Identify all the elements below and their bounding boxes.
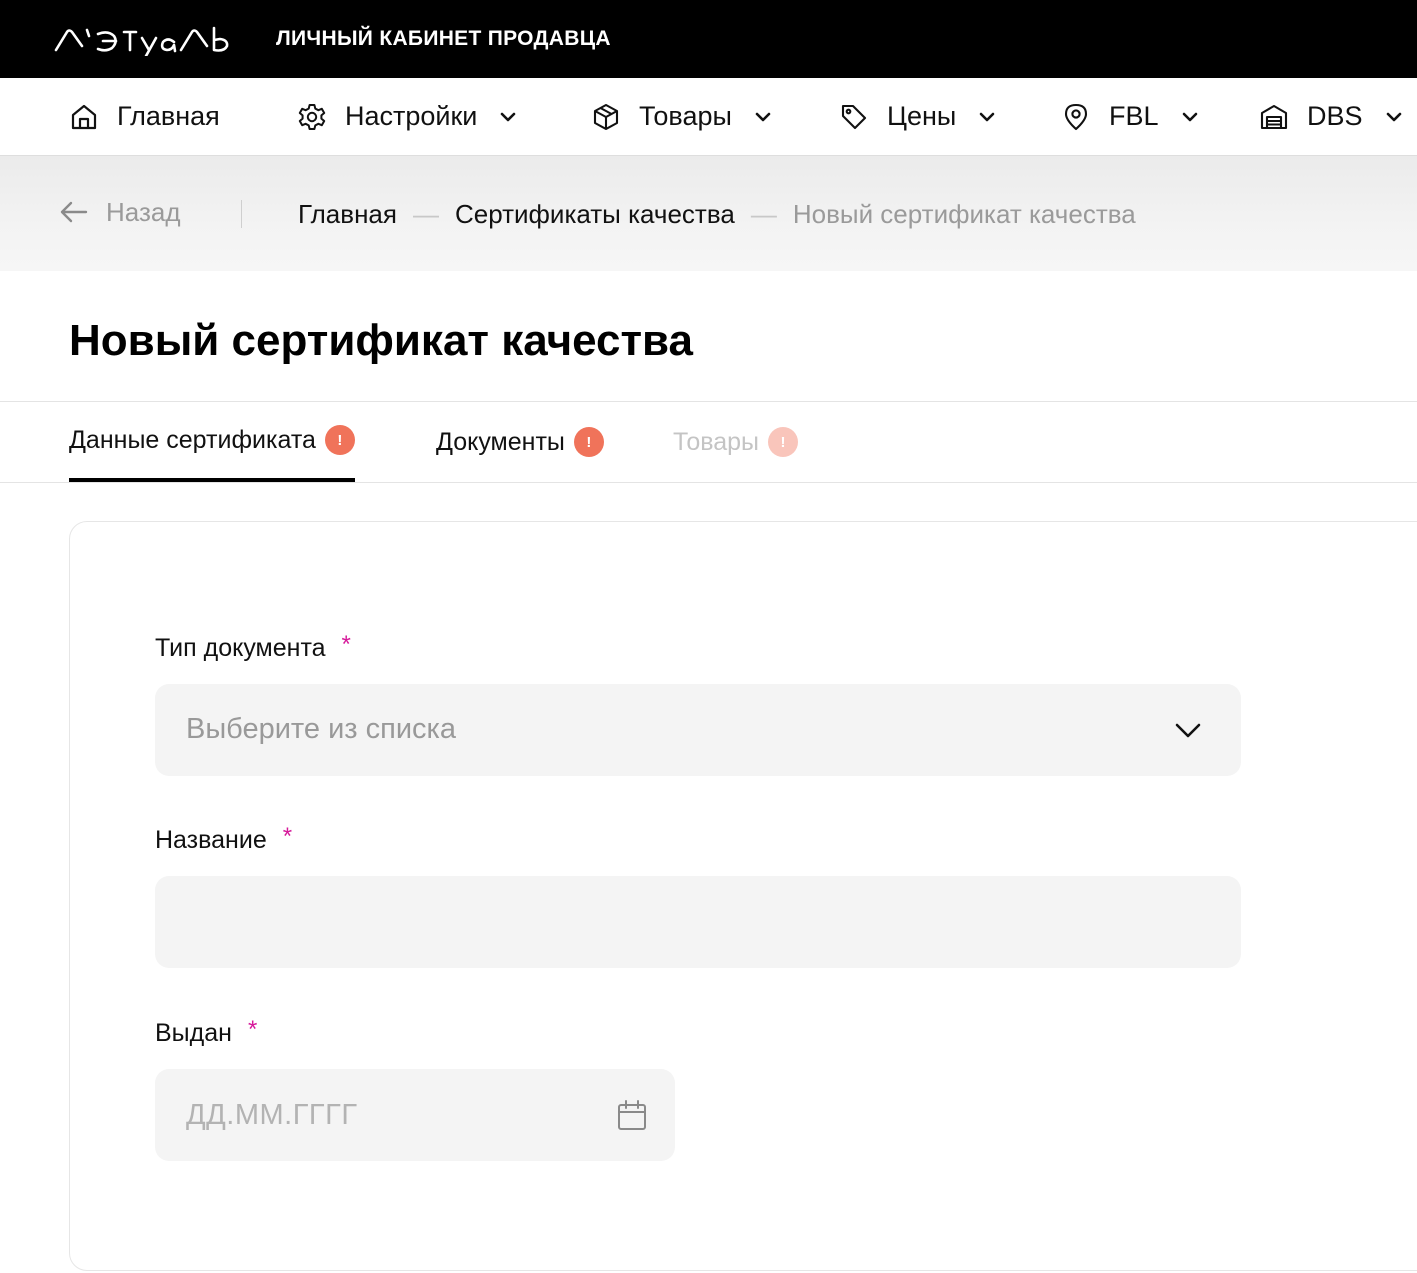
issued-date-input[interactable] [155, 1069, 595, 1161]
cabinet-title: ЛИЧНЫЙ КАБИНЕТ ПРОДАВЦА [276, 27, 611, 50]
nav-item-fbl[interactable]: FBL [1061, 78, 1201, 155]
required-mark: * [282, 823, 293, 850]
field-label-text: Название [155, 826, 267, 854]
nav-label: Главная [117, 101, 220, 131]
chevron-down-icon [497, 106, 519, 128]
nav-label: Цены [887, 101, 957, 131]
brand-logo[interactable] [54, 22, 248, 56]
select-placeholder: Выберите из списка [186, 713, 456, 745]
nav-item-settings[interactable]: Настройки [297, 78, 519, 155]
map-pin-icon [1061, 102, 1091, 132]
warehouse-icon [1259, 102, 1289, 132]
back-link[interactable]: Назад [58, 196, 181, 228]
divider [0, 482, 1417, 483]
alert-badge: ! [324, 425, 355, 455]
gear-icon [297, 102, 327, 132]
breadcrumb-home[interactable]: Главная [298, 199, 397, 230]
breadcrumb: Главная — Сертификаты качества — Новый с… [298, 199, 1136, 230]
doc-type-select[interactable]: Выберите из списка [155, 684, 1241, 776]
page-title: Новый сертификат качества [69, 316, 693, 365]
breadcrumb-divider [241, 200, 242, 228]
nav-item-prices[interactable]: Цены [839, 78, 998, 155]
issued-label: Выдан * [155, 1016, 258, 1048]
required-mark: * [341, 631, 351, 658]
box-icon [591, 102, 621, 132]
main-nav: Главная Настройки Товары Цены FBL DBS [0, 78, 1417, 156]
nav-item-products[interactable]: Товары [591, 78, 774, 155]
nav-item-dbs[interactable]: DBS [1259, 78, 1405, 155]
calendar-icon[interactable] [616, 1099, 648, 1132]
chevron-down-icon [1383, 106, 1405, 128]
field-label-text: Тип документа [155, 634, 326, 662]
tab-certificate-data[interactable]: Данные сертификата ! [69, 402, 355, 482]
chevron-down-icon [752, 106, 774, 128]
required-mark: * [247, 1016, 258, 1043]
breadcrumb-bar: Назад Главная — Сертификаты качества — Н… [0, 156, 1417, 271]
issued-date-field [155, 1069, 675, 1161]
nav-label: Настройки [345, 101, 478, 131]
back-label: Назад [106, 196, 181, 227]
tab-label: Товары [673, 427, 759, 456]
breadcrumb-current: Новый сертификат качества [792, 199, 1136, 229]
name-input[interactable] [155, 876, 1241, 968]
doc-type-label: Тип документа * [155, 631, 351, 663]
tab-label: Документы [436, 427, 565, 456]
alert-badge: ! [573, 427, 604, 457]
tag-icon [839, 102, 869, 132]
breadcrumb-certificates[interactable]: Сертификаты качества [455, 199, 735, 230]
chevron-down-icon [1179, 106, 1201, 128]
nav-item-home[interactable]: Главная [69, 78, 220, 155]
breadcrumb-separator: — [750, 199, 777, 229]
tab-documents[interactable]: Документы ! [436, 402, 604, 482]
home-icon [69, 102, 99, 132]
breadcrumb-separator: — [412, 199, 439, 229]
tab-label: Данные сертификата [69, 425, 316, 454]
nav-label: DBS [1307, 101, 1363, 131]
name-label: Название * [155, 823, 293, 855]
alert-badge: ! [768, 427, 798, 457]
chevron-down-icon [1175, 723, 1201, 738]
chevron-down-icon [976, 106, 998, 128]
tab-products: Товары ! [673, 402, 798, 482]
nav-label: Товары [639, 101, 732, 131]
field-label-text: Выдан [155, 1019, 232, 1047]
arrow-left-icon [60, 201, 88, 223]
nav-label: FBL [1109, 101, 1159, 131]
top-header-bar: ЛИЧНЫЙ КАБИНЕТ ПРОДАВЦА [0, 0, 1417, 78]
